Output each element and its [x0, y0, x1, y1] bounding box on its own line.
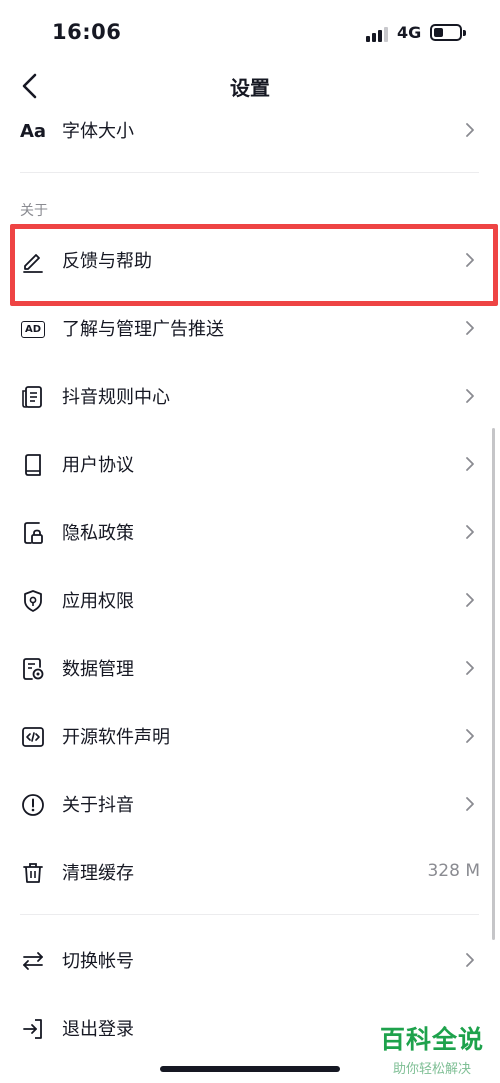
- trash-icon: [20, 860, 46, 886]
- chevron-right-icon: [466, 797, 474, 811]
- settings-item-label: 了解与管理广告推送: [62, 319, 224, 340]
- settings-item-switch-account[interactable]: 切换帐号: [0, 926, 500, 994]
- divider: [20, 914, 479, 915]
- watermark-subtitle: 助你轻松解决: [392, 1062, 471, 1077]
- code-icon: [20, 724, 46, 750]
- watermark-logo: 百科全说 助你轻松解决: [376, 1020, 488, 1077]
- settings-item-open-source[interactable]: 开源软件声明: [0, 702, 500, 770]
- settings-item-data-management[interactable]: 数据管理: [0, 634, 500, 702]
- info-icon: [20, 792, 46, 818]
- settings-item-label: 切换帐号: [62, 951, 134, 972]
- chevron-right-icon: [466, 593, 474, 607]
- settings-item-about[interactable]: 关于抖音: [0, 770, 500, 838]
- home-indicator[interactable]: [160, 1066, 340, 1072]
- settings-item-privacy-policy[interactable]: 隐私政策: [0, 498, 500, 566]
- battery-icon: [430, 24, 466, 41]
- settings-item-label: 清理缓存: [62, 863, 134, 884]
- privacy-lock-icon: [20, 520, 46, 546]
- settings-item-rules-center[interactable]: 抖音规则中心: [0, 362, 500, 430]
- settings-item-label: 关于抖音: [62, 795, 134, 816]
- settings-item-label: 隐私政策: [62, 523, 134, 544]
- settings-item-label: 抖音规则中心: [62, 387, 170, 408]
- chevron-right-icon: [466, 457, 474, 471]
- chevron-right-icon: [466, 729, 474, 743]
- book-icon: [20, 452, 46, 478]
- network-type: 4G: [397, 23, 422, 42]
- settings-item-user-agreement[interactable]: 用户协议: [0, 430, 500, 498]
- font-size-icon: Aa: [19, 120, 47, 142]
- chevron-right-icon: [466, 123, 474, 137]
- settings-item-label: 用户协议: [62, 455, 134, 476]
- settings-item-app-permissions[interactable]: 应用权限: [0, 566, 500, 634]
- settings-item-font-size[interactable]: Aa 字体大小: [0, 96, 500, 164]
- chevron-right-icon: [466, 953, 474, 967]
- chevron-right-icon: [466, 525, 474, 539]
- settings-item-label: 开源软件声明: [62, 727, 170, 748]
- logout-icon: [20, 1016, 46, 1042]
- data-settings-icon: [20, 656, 46, 682]
- shield-icon: [20, 588, 46, 614]
- scroll-indicator: [492, 428, 495, 940]
- switch-arrows-icon: [20, 948, 46, 974]
- status-time: 16:06: [52, 20, 122, 44]
- settings-item-ad-management[interactable]: AD 了解与管理广告推送: [0, 294, 500, 362]
- document-list-icon: [20, 384, 46, 410]
- settings-item-label: 数据管理: [62, 659, 134, 680]
- status-bar: 16:06 4G: [0, 0, 500, 64]
- cache-size-value: 328 M: [427, 861, 480, 881]
- section-header-about: 关于: [20, 203, 48, 219]
- settings-item-label: 字体大小: [62, 121, 134, 142]
- divider: [20, 172, 479, 173]
- settings-item-label: 应用权限: [62, 591, 134, 612]
- settings-item-clear-cache[interactable]: 清理缓存 328 M: [0, 838, 500, 906]
- ad-icon: AD: [20, 316, 46, 342]
- signal-strength-icon: [366, 26, 390, 42]
- chevron-right-icon: [466, 661, 474, 675]
- chevron-right-icon: [466, 321, 474, 335]
- settings-item-label: 退出登录: [62, 1019, 134, 1040]
- watermark-title: 百科全说: [379, 1025, 484, 1054]
- chevron-right-icon: [466, 389, 474, 403]
